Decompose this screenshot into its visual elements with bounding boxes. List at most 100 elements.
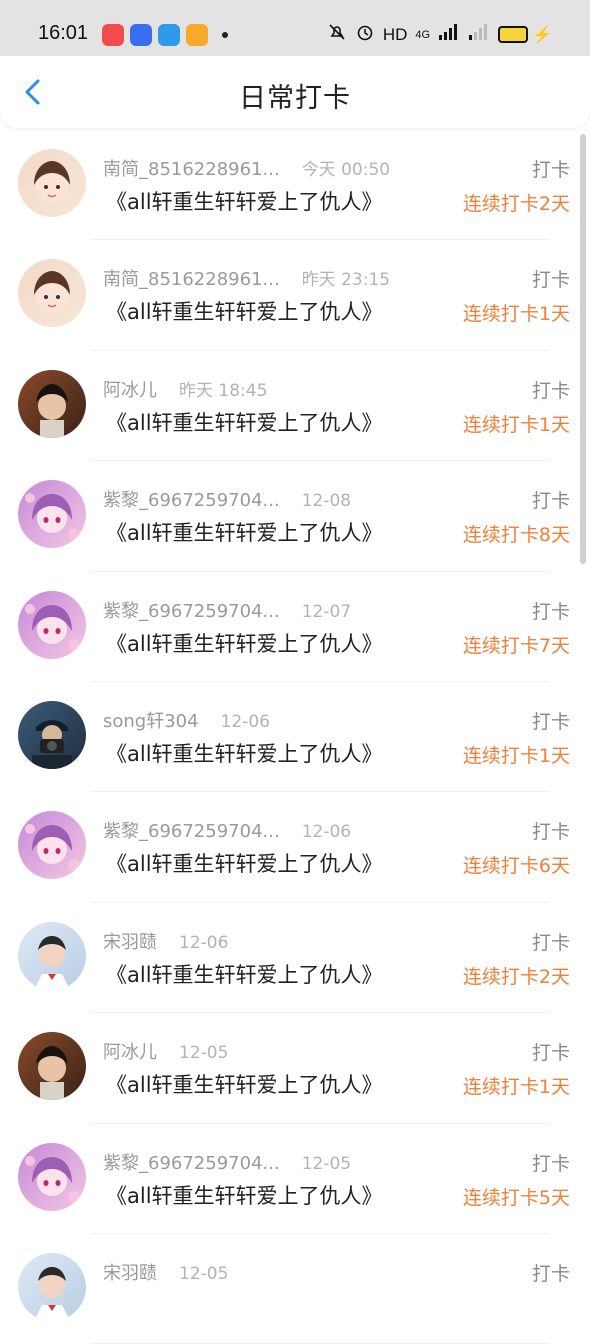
signal-icon (438, 23, 460, 46)
streak-count: 连续打卡8天 (462, 524, 570, 547)
battery-icon (498, 26, 529, 43)
username[interactable]: 紫黎_6967259704... (103, 1153, 280, 1174)
boy-avatar[interactable] (18, 369, 86, 438)
list-item[interactable]: 紫黎_6967259704... 12-08 《all轩重生轩轩爱上了仇人》 打卡… (0, 461, 590, 572)
book-title[interactable]: 《all轩重生轩轩爱上了仇人》 (106, 738, 383, 768)
username[interactable]: 紫黎_6967259704... (103, 821, 280, 842)
book-title[interactable]: 《all轩重生轩轩爱上了仇人》 (106, 407, 383, 437)
anime-avatar[interactable] (18, 811, 86, 880)
list-item[interactable]: 阿冰儿 昨天 18:45 《all轩重生轩轩爱上了仇人》 打卡 连续打卡1天 (0, 351, 590, 462)
checkin-tag: 打卡 (531, 821, 570, 844)
network-type-label: 4G (415, 28, 431, 41)
camera-avatar[interactable] (18, 700, 86, 769)
girl-avatar[interactable] (18, 259, 86, 328)
book-title[interactable]: 《all轩重生轩轩爱上了仇人》 (106, 848, 383, 878)
streak-count: 连续打卡6天 (462, 855, 570, 878)
list-item[interactable]: 紫黎_6967259704... 12-05 《all轩重生轩轩爱上了仇人》 打卡… (0, 1124, 590, 1234)
list-item[interactable]: 宋羽赜 12-06 《all轩重生轩轩爱上了仇人》 打卡 连续打卡2天 (0, 903, 590, 1014)
checkin-time: 12-06 (220, 711, 270, 732)
streak-count: 连续打卡1天 (462, 744, 570, 767)
username[interactable]: 紫黎_6967259704... (103, 490, 280, 511)
checkin-time: 12-06 (179, 932, 229, 953)
gallery-app-icon (186, 24, 208, 46)
username-line: 紫黎_6967259704... 12-05 (103, 1149, 351, 1175)
hd-label: HD (382, 24, 408, 44)
book-title[interactable]: 《all轩重生轩轩爱上了仇人》 (106, 517, 383, 547)
checkin-tag: 打卡 (531, 1042, 570, 1065)
student-avatar[interactable] (18, 921, 86, 990)
girl-avatar[interactable] (18, 149, 86, 217)
student-avatar[interactable] (18, 1252, 86, 1321)
signal-2-icon (468, 23, 490, 46)
book-title[interactable]: 《all轩重生轩轩爱上了仇人》 (106, 1069, 383, 1099)
username[interactable]: 南简_8516228961... (103, 269, 280, 290)
username-line: 南简_8516228961... 昨天 23:15 (103, 265, 390, 291)
username[interactable]: 宋羽赜 (103, 932, 157, 953)
book-title[interactable]: 《all轩重生轩轩爱上了仇人》 (106, 1180, 383, 1210)
book-title[interactable]: 《all轩重生轩轩爱上了仇人》 (106, 959, 383, 989)
streak-count: 连续打卡2天 (462, 965, 570, 988)
username[interactable]: 紫黎_6967259704... (103, 601, 280, 622)
anime-avatar[interactable] (18, 1142, 86, 1211)
browser-app-icon (158, 24, 180, 46)
checkin-time: 12-05 (301, 1153, 352, 1174)
checkin-time: 12-07 (301, 601, 352, 622)
list-item[interactable]: 紫黎_6967259704... 12-07 《all轩重生轩轩爱上了仇人》 打卡… (0, 572, 590, 682)
boy-avatar[interactable] (18, 1032, 86, 1101)
checkin-time: 今天 00:50 (301, 160, 391, 180)
checkin-tag: 打卡 (531, 1152, 570, 1175)
username[interactable]: 宋羽赜 (103, 1263, 157, 1284)
checkin-tag: 打卡 (531, 490, 570, 513)
streak-count: 连续打卡7天 (462, 634, 570, 657)
username[interactable]: song轩304 (103, 711, 199, 732)
scrollbar[interactable] (580, 134, 586, 564)
status-icons: HD 4G ⚡ (327, 22, 552, 47)
book-title[interactable]: 《all轩重生轩轩爱上了仇人》 (106, 296, 383, 326)
username[interactable]: 阿冰儿 (103, 380, 157, 401)
checkin-tag: 打卡 (531, 600, 570, 623)
username[interactable]: 南简_8516228961... (103, 159, 280, 180)
list-item[interactable]: 南简_8516228961... 今天 00:50 《all轩重生轩轩爱上了仇人》… (0, 130, 590, 241)
alarm-icon (355, 22, 375, 47)
status-bar: 16:01 HD 4G ⚡ (0, 0, 590, 56)
notification-app-icons (102, 24, 228, 46)
streak-count: 连续打卡1天 (462, 413, 570, 436)
checkin-time: 昨天 23:15 (301, 270, 391, 291)
username[interactable]: 阿冰儿 (103, 1042, 157, 1063)
username-line: song轩304 12-06 (103, 707, 270, 733)
charging-icon: ⚡ (532, 26, 552, 44)
checkin-time: 12-06 (301, 822, 352, 843)
streak-count: 连续打卡2天 (462, 193, 570, 215)
anime-avatar[interactable] (18, 590, 86, 659)
list-item[interactable]: song轩304 12-06 《all轩重生轩轩爱上了仇人》 打卡 连续打卡1天 (0, 682, 590, 793)
username-line: 阿冰儿 昨天 18:45 (103, 376, 267, 402)
checkin-tag: 打卡 (531, 379, 570, 402)
checkin-tag: 打卡 (531, 269, 570, 292)
checkin-time: 昨天 18:45 (179, 380, 268, 401)
checkin-tag: 打卡 (531, 159, 570, 181)
username-line: 宋羽赜 12-05 (103, 1259, 228, 1285)
checkin-tag: 打卡 (531, 710, 570, 733)
list-item[interactable]: 紫黎_6967259704... 12-06 《all轩重生轩轩爱上了仇人》 打卡… (0, 792, 590, 903)
streak-count: 连续打卡5天 (462, 1186, 570, 1209)
checkin-time: 12-05 (179, 1263, 229, 1284)
mute-icon (327, 22, 347, 47)
username-line: 紫黎_6967259704... 12-06 (103, 817, 351, 843)
book-title[interactable]: 《all轩重生轩轩爱上了仇人》 (106, 186, 383, 216)
book-title[interactable]: 《all轩重生轩轩爱上了仇人》 (106, 628, 383, 658)
streak-count: 连续打卡1天 (462, 303, 570, 326)
list-item[interactable]: 阿冰儿 12-05 《all轩重生轩轩爱上了仇人》 打卡 连续打卡1天 (0, 1013, 590, 1124)
list-item[interactable]: 南简_8516228961... 昨天 23:15 《all轩重生轩轩爱上了仇人》… (0, 240, 590, 351)
checkin-tag: 打卡 (531, 931, 570, 954)
music-app-icon (102, 24, 124, 46)
page-title: 日常打卡 (239, 83, 351, 114)
list-item[interactable]: 宋羽赜 12-05 打卡 (0, 1234, 590, 1344)
username-line: 紫黎_6967259704... 12-07 (103, 597, 351, 623)
checkin-time: 12-05 (179, 1043, 229, 1064)
baidu-app-icon (130, 24, 152, 46)
streak-count: 连续打卡1天 (462, 1076, 570, 1099)
username-line: 宋羽赜 12-06 (103, 928, 228, 954)
checkin-time: 12-08 (301, 491, 352, 512)
anime-avatar[interactable] (18, 480, 86, 549)
checkin-list: 南简_8516228961... 今天 00:50 《all轩重生轩轩爱上了仇人》… (0, 130, 590, 1344)
